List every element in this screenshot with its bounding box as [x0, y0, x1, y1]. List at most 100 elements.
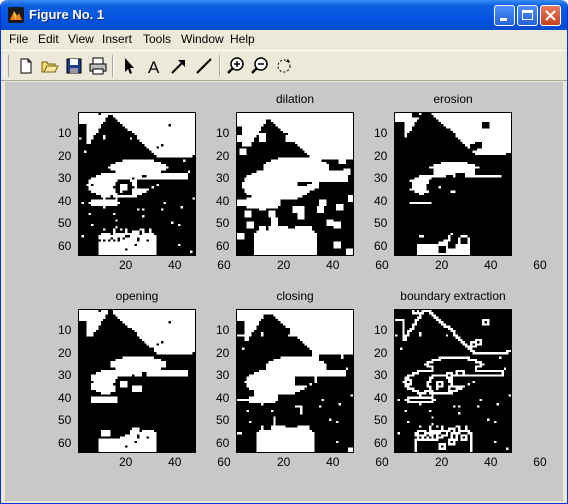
y-tick-label: 30: [216, 368, 230, 383]
insert-line-icon[interactable]: [194, 56, 214, 76]
y-tick-label: 40: [216, 390, 230, 405]
y-tick-label: 50: [58, 413, 72, 428]
x-tick-label: 40: [326, 455, 340, 469]
menu-bar: File Edit View Insert Tools Window Help: [1, 30, 567, 49]
subplot-image[interactable]: [236, 309, 354, 453]
window-title: Figure No. 1: [29, 7, 105, 22]
y-tick-label: 60: [374, 238, 388, 253]
new-figure-icon[interactable]: [16, 56, 36, 76]
x-tick-label: 40: [168, 258, 182, 272]
insert-text-icon[interactable]: A: [144, 56, 164, 77]
y-tick-label: 40: [58, 193, 72, 208]
minimize-button[interactable]: [494, 5, 515, 26]
y-tick-label: 10: [58, 323, 72, 338]
y-tick-label: 30: [58, 171, 72, 186]
y-tick-label: 10: [374, 323, 388, 338]
toolbar: A: [1, 50, 567, 81]
y-tick-label: 40: [58, 390, 72, 405]
x-tick-label: 20: [434, 258, 449, 272]
menu-view[interactable]: View: [68, 32, 94, 46]
y-tick-label: 40: [374, 390, 388, 405]
matlab-figure-icon: [8, 7, 24, 23]
y-tick-label: 20: [216, 345, 230, 360]
y-tick-label: 10: [216, 323, 230, 338]
x-tick-label: 60: [375, 258, 389, 272]
y-tick-label: 20: [374, 148, 388, 163]
close-icon: [545, 10, 556, 21]
y-tick-label: 40: [216, 193, 230, 208]
maximize-button[interactable]: [517, 5, 538, 26]
subplot-title: dilation: [275, 92, 315, 106]
x-tick-label: 20: [276, 455, 291, 469]
print-icon[interactable]: [88, 56, 108, 76]
subplot-title: erosion: [433, 92, 473, 106]
y-tick-label: 30: [216, 171, 230, 186]
x-tick-label: 60: [217, 455, 231, 469]
toolbar-separator: [219, 55, 221, 77]
toolbar-grip[interactable]: [4, 55, 9, 77]
svg-text:A: A: [148, 58, 160, 76]
x-tick-label: 20: [276, 258, 291, 272]
y-tick-label: 30: [374, 171, 388, 186]
y-tick-label: 50: [216, 216, 230, 231]
minimize-icon: [500, 18, 507, 21]
y-tick-label: 60: [216, 238, 230, 253]
y-tick-label: 50: [374, 413, 388, 428]
zoom-out-icon[interactable]: [250, 56, 270, 76]
x-tick-label: 60: [533, 455, 547, 469]
subplot-title: boundary extraction: [400, 289, 506, 303]
menu-edit[interactable]: Edit: [38, 32, 59, 46]
menu-file[interactable]: File: [9, 32, 28, 46]
toolbar-separator: [112, 55, 114, 77]
y-tick-label: 20: [216, 148, 230, 163]
x-tick-label: 60: [533, 258, 547, 272]
y-tick-label: 20: [58, 345, 72, 360]
y-tick-label: 30: [58, 368, 72, 383]
maximize-icon: [522, 10, 533, 20]
x-tick-label: 20: [434, 455, 449, 469]
arrow-select-icon[interactable]: [119, 56, 139, 76]
menu-insert[interactable]: Insert: [102, 32, 132, 46]
title-bar[interactable]: Figure No. 1: [1, 0, 567, 30]
x-tick-label: 40: [326, 258, 340, 272]
y-tick-label: 60: [374, 435, 388, 450]
x-tick-label: 60: [217, 258, 231, 272]
figure-canvas: 10 20 30 40 50 60 20 40 60 dilation 10 20 30 40 50 60 20…: [5, 82, 563, 501]
x-tick-label: 20: [118, 258, 133, 272]
menu-tools[interactable]: Tools: [143, 32, 171, 46]
zoom-in-icon[interactable]: [226, 56, 246, 76]
y-tick-label: 10: [58, 126, 72, 141]
menu-help[interactable]: Help: [230, 32, 255, 46]
y-tick-label: 10: [374, 126, 388, 141]
y-tick-label: 60: [58, 238, 72, 253]
y-tick-label: 50: [374, 216, 388, 231]
y-tick-label: 20: [374, 345, 388, 360]
subplot-image[interactable]: [394, 309, 512, 453]
rotate-3d-icon[interactable]: [274, 56, 294, 76]
close-button[interactable]: [540, 5, 561, 26]
x-tick-label: 20: [118, 455, 133, 469]
subplot-image[interactable]: [78, 112, 196, 256]
y-tick-label: 60: [58, 435, 72, 450]
y-tick-label: 10: [216, 126, 230, 141]
y-tick-label: 60: [216, 435, 230, 450]
subplot-image[interactable]: [394, 112, 512, 256]
subplot-title: closing: [276, 289, 314, 303]
subplot-title: opening: [115, 289, 159, 303]
figure-window: Figure No. 1 File Edit View Insert Tools…: [0, 0, 568, 504]
y-tick-label: 50: [58, 216, 72, 231]
x-tick-label: 40: [484, 455, 498, 469]
y-tick-label: 50: [216, 413, 230, 428]
x-tick-label: 40: [484, 258, 498, 272]
insert-arrow-icon[interactable]: [169, 56, 189, 76]
subplot-image[interactable]: [236, 112, 354, 256]
y-tick-label: 20: [58, 148, 72, 163]
x-tick-label: 60: [375, 455, 389, 469]
y-tick-label: 30: [374, 368, 388, 383]
x-tick-label: 40: [168, 455, 182, 469]
y-tick-label: 40: [374, 193, 388, 208]
menu-window[interactable]: Window: [181, 32, 224, 46]
save-icon[interactable]: [64, 56, 84, 76]
subplot-image[interactable]: [78, 309, 196, 453]
open-file-icon[interactable]: [40, 56, 60, 76]
